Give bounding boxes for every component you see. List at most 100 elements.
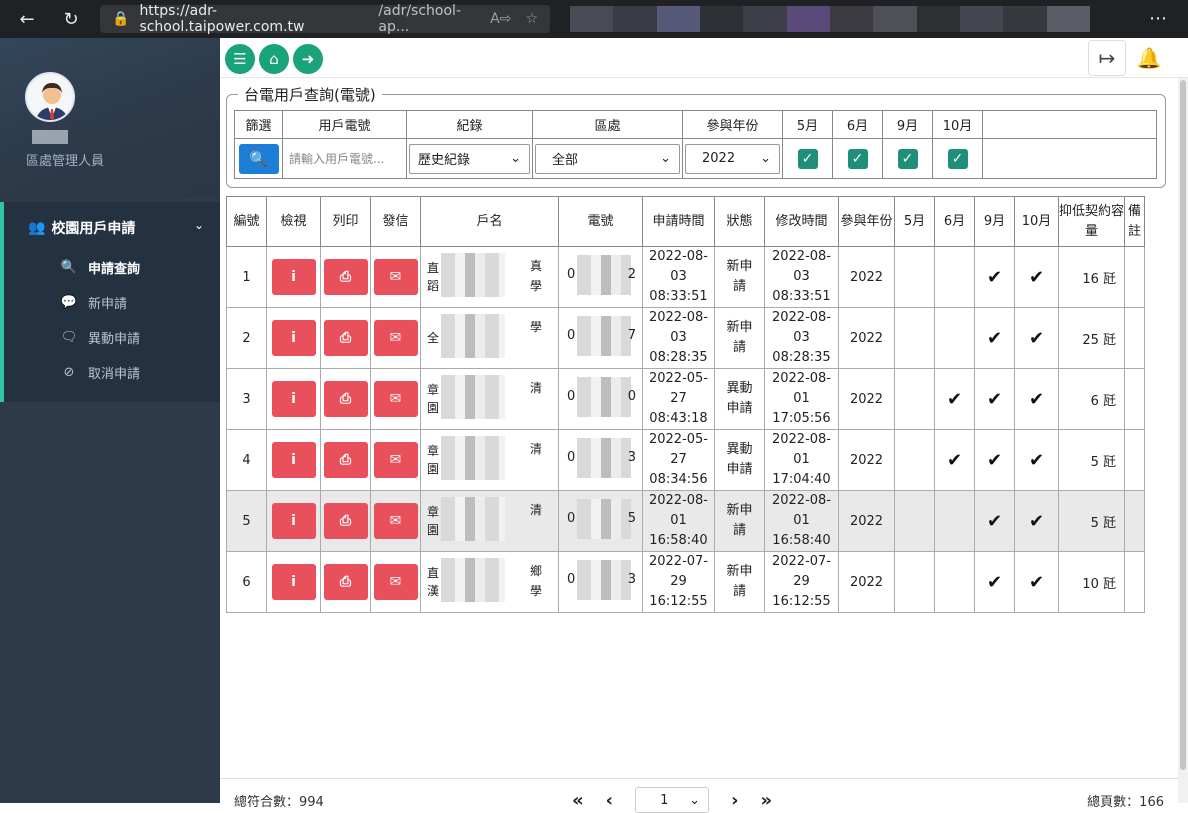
apply-time: 16:58:40 <box>649 533 708 548</box>
status-line1: 新申 <box>726 564 753 579</box>
sidebar-item-change[interactable]: 🗨 異動申請 <box>60 328 140 347</box>
modify-date: 2022-08-01 <box>771 493 831 528</box>
print-icon[interactable]: ⎙ <box>323 442 368 478</box>
comment-icon: 💬 <box>60 295 78 310</box>
name-redaction <box>441 558 505 602</box>
account-name-left: 章 <box>427 383 440 397</box>
capacity-cell: 6 瓩 <box>1058 368 1125 430</box>
month-october-cell: ✔ <box>1014 307 1059 369</box>
month-june-cell <box>934 307 975 369</box>
next-page-button[interactable]: › <box>731 790 738 811</box>
refresh-icon[interactable]: ↻ <box>54 4 88 34</box>
region-select-value: 全部 <box>552 153 579 168</box>
sidebar-item-new[interactable]: 💬 新申請 <box>60 293 127 312</box>
phone-cell: 02 <box>558 246 643 308</box>
column-header: 修改時間 <box>764 196 839 247</box>
info-icon[interactable]: i <box>271 503 316 539</box>
info-icon[interactable]: i <box>271 442 316 478</box>
print-icon[interactable]: ⎙ <box>323 564 368 600</box>
apply-time-cell: 2022-05-27 08:43:18 <box>642 368 715 430</box>
sidebar-group-header[interactable]: 👥 校園用戶申請 <box>28 218 135 238</box>
phone-input[interactable]: 請輸入用戶電號... <box>283 141 403 177</box>
record-select[interactable]: 歷史紀錄 ⌄ <box>409 143 530 174</box>
modify-time: 08:33:51 <box>772 289 831 304</box>
checkbox-june[interactable]: ✓ <box>847 148 868 169</box>
view-cell: i <box>266 551 321 613</box>
sidebar-item-cancel[interactable]: ⊘ 取消申請 <box>60 363 140 382</box>
column-header: 狀態 <box>714 196 765 247</box>
checkbox-october[interactable]: ✓ <box>947 148 968 169</box>
view-cell: i <box>266 246 321 308</box>
info-icon[interactable]: i <box>271 381 316 417</box>
url-host: https://adr-school.taipower.com.tw <box>139 3 305 35</box>
filter-cell: 🔍 <box>234 138 283 179</box>
last-page-button[interactable]: » <box>760 790 772 811</box>
envelope-icon[interactable]: ✉ <box>373 564 418 600</box>
sidebar-item-label: 取消申請 <box>88 367 141 382</box>
scrollbar-thumb[interactable] <box>1180 80 1186 770</box>
phone-redaction <box>577 560 631 600</box>
print-icon[interactable]: ⎙ <box>323 320 368 356</box>
phone-right: 2 <box>627 267 636 282</box>
browser-menu-icon[interactable]: ⋯ <box>1149 8 1168 29</box>
info-icon[interactable]: i <box>271 320 316 356</box>
print-cell: ⎙ <box>320 429 371 491</box>
envelope-icon[interactable]: ✉ <box>373 381 418 417</box>
menu-icon[interactable]: ☰ <box>225 44 255 74</box>
month-june-cell <box>934 551 975 613</box>
prev-page-button[interactable]: ‹ <box>606 790 613 811</box>
row-number: 5 <box>226 490 267 552</box>
checkbox-september[interactable]: ✓ <box>897 148 918 169</box>
name-redaction <box>441 314 505 358</box>
status-line2: 請 <box>732 340 746 355</box>
capacity-cell: 5 瓩 <box>1058 490 1125 552</box>
envelope-icon[interactable]: ✉ <box>373 320 418 356</box>
account-name-left2: 園 <box>427 401 440 415</box>
favorite-icon[interactable]: ☆ <box>525 11 538 27</box>
sign-out-icon[interactable]: ↦ <box>1088 40 1126 76</box>
apply-date: 2022-05-27 <box>648 432 708 467</box>
sidebar-item-label: 異動申請 <box>88 332 141 347</box>
status-line2: 請 <box>732 523 746 538</box>
envelope-icon[interactable]: ✉ <box>373 442 418 478</box>
sidebar-item-query[interactable]: 🔍 申請查詢 <box>60 258 140 277</box>
results-table: 編號 檢視 列印 發信 戶名 電號 申請時間 狀態 修改時間 參與年份 5月 6… <box>226 196 1145 613</box>
column-header: 9月 <box>974 196 1015 247</box>
info-icon[interactable]: i <box>271 259 316 295</box>
address-bar[interactable]: 🔒 https://adr-school.taipower.com.tw/adr… <box>100 3 550 35</box>
apply-date: 2022-08-01 <box>648 493 708 528</box>
chevron-down-icon[interactable]: ⌄ <box>194 218 204 232</box>
modify-time-cell: 2022-08-01 16:58:40 <box>764 490 839 552</box>
row-number: 4 <box>226 429 267 491</box>
page-scrollbar[interactable] <box>1178 78 1188 803</box>
table-row: 5 i ⎙ ✉ 章園清 0 5 2022-08-01 16:58:40 新申請 2022-08-01… <box>226 490 1145 552</box>
account-name-left2: 漢 <box>427 584 440 598</box>
print-icon[interactable]: ⎙ <box>323 503 368 539</box>
back-arrow-icon[interactable]: ← <box>10 4 44 34</box>
info-icon[interactable]: i <box>271 564 316 600</box>
modify-time: 17:04:40 <box>772 472 831 487</box>
read-aloud-icon[interactable]: A⇨ <box>490 11 511 27</box>
home-icon[interactable]: ⌂ <box>259 44 289 74</box>
column-header: 10月 <box>1014 196 1059 247</box>
search-button[interactable]: 🔍 <box>238 143 279 174</box>
print-icon[interactable]: ⎙ <box>323 381 368 417</box>
envelope-icon[interactable]: ✉ <box>373 503 418 539</box>
year-select[interactable]: 2022 ⌄ <box>685 143 780 174</box>
bell-icon[interactable]: 🔔 <box>1130 40 1168 76</box>
phone-redaction <box>577 316 631 356</box>
envelope-icon[interactable]: ✉ <box>373 259 418 295</box>
page-select[interactable]: 1 ⌄ <box>635 787 710 813</box>
table-row: 2 i ⎙ ✉ 全學 0 7 2022-08-03 08:28:35 新申請 2022-08-03 0… <box>226 307 1145 369</box>
sidebar-header-bg <box>0 38 220 198</box>
status-cell: 新申請 <box>714 307 765 369</box>
view-cell: i <box>266 307 321 369</box>
phone-left: 0 <box>567 572 576 587</box>
region-select[interactable]: 全部 ⌄ <box>535 143 680 174</box>
status-line1: 新申 <box>726 320 753 335</box>
logout-icon[interactable]: ➜ <box>293 44 323 74</box>
checkbox-may[interactable]: ✓ <box>797 148 818 169</box>
print-icon[interactable]: ⎙ <box>323 259 368 295</box>
phone-redaction <box>577 377 631 417</box>
first-page-button[interactable]: « <box>572 790 584 811</box>
